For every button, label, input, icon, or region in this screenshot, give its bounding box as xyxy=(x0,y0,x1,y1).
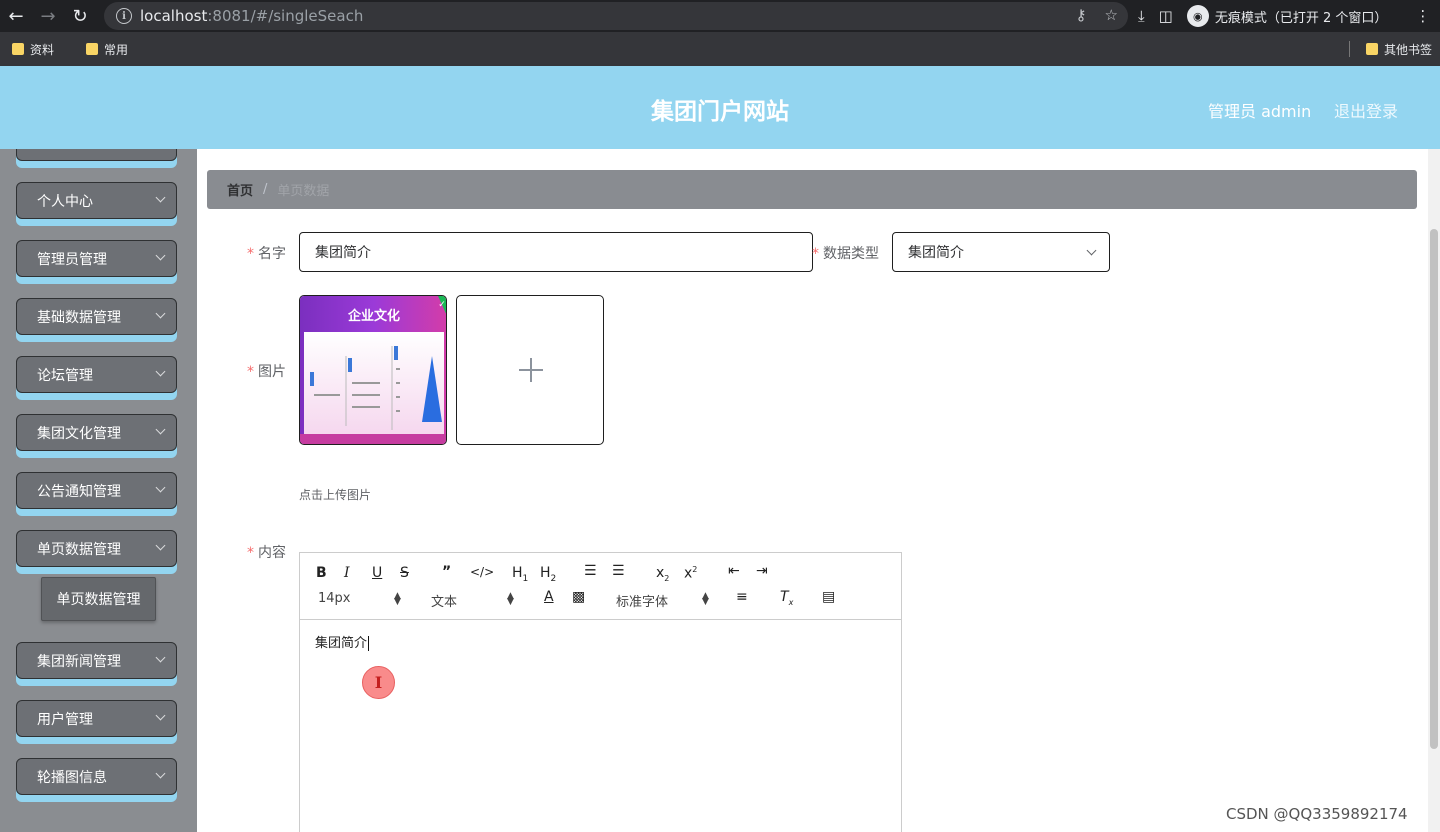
subscript-button[interactable]: x2 xyxy=(656,565,669,583)
strike-button[interactable]: S xyxy=(400,565,409,581)
bookmark-folder[interactable]: 资料 xyxy=(12,41,54,58)
type-label: * 数据类型 xyxy=(812,246,879,262)
admin-label: 管理员 admin xyxy=(1208,102,1312,121)
background-color-icon[interactable]: ▩ xyxy=(572,589,585,605)
folder-icon xyxy=(86,43,99,55)
incognito-indicator[interactable]: ◉ 无痕模式（已打开 2 个窗口） xyxy=(1186,5,1388,27)
sidebar-item-single-page[interactable]: 单页数据管理 xyxy=(16,530,177,574)
h1-button[interactable]: H1 xyxy=(512,565,528,584)
header-select[interactable]: 文本 xyxy=(431,591,457,610)
menu-kebab-icon[interactable]: ⋮ xyxy=(1415,7,1430,25)
italic-button[interactable]: I xyxy=(344,565,350,581)
sidebar-item-admin[interactable]: 管理员管理 xyxy=(16,240,177,284)
uploaded-image-thumbnail[interactable]: ✓ 企业文化 xyxy=(299,295,447,445)
image-icon[interactable]: ▤ xyxy=(822,589,835,605)
breadcrumb-separator: / xyxy=(263,182,268,197)
text-color-icon[interactable]: A xyxy=(544,589,554,605)
chevron-down-icon xyxy=(155,308,166,319)
chevron-down-icon xyxy=(155,540,166,551)
indent-icon[interactable]: ⇥ xyxy=(756,563,768,579)
back-icon[interactable]: ← xyxy=(0,0,32,32)
sidebar-item-notice[interactable]: 公告通知管理 xyxy=(16,472,177,516)
app-header: 集团门户网站 管理员 admin 退出登录 xyxy=(0,66,1440,149)
font-family-select[interactable]: 标准字体 xyxy=(616,591,668,610)
type-select[interactable]: 集团简介 xyxy=(892,232,1110,272)
image-caption: 企业文化 xyxy=(347,308,400,324)
ordered-list-icon[interactable]: ☰ xyxy=(584,563,597,579)
chevron-down-icon xyxy=(1086,245,1097,256)
incognito-label: 无痕模式（已打开 2 个窗口） xyxy=(1214,10,1388,26)
clear-format-icon[interactable]: Tx xyxy=(780,589,793,607)
sidebar-item-basic-data[interactable]: 基础数据管理 xyxy=(16,298,177,342)
chevron-down-icon xyxy=(155,424,166,435)
sidebar-item-home[interactable] xyxy=(16,149,177,168)
editor-toolbar: B I U S ” </> H1 H2 ☰ ☰ x2 x2 ⇤ ⇥ 14px ▲… xyxy=(300,553,901,620)
bookmarks-bar: 资料 常用 其他书签 xyxy=(0,32,1440,66)
bullet-list-icon[interactable]: ☰ xyxy=(612,563,625,579)
chevron-down-icon xyxy=(155,366,166,377)
underline-button[interactable]: U xyxy=(372,565,382,581)
content-label: * 内容 xyxy=(247,545,286,561)
breadcrumb: 首页 / 单页数据 xyxy=(207,170,1417,209)
editor-content[interactable]: 集团简介 xyxy=(300,620,901,663)
sidebar-item-personal-center[interactable]: 个人中心 xyxy=(16,182,177,226)
upload-button[interactable] xyxy=(456,295,604,445)
text-caret xyxy=(368,636,370,651)
watermark: CSDN @QQ3359892174 xyxy=(1226,805,1408,823)
font-size-select[interactable]: 14px xyxy=(318,591,351,606)
incognito-icon: ◉ xyxy=(1186,5,1209,27)
breadcrumb-home[interactable]: 首页 xyxy=(227,180,253,199)
sidebar-item-carousel[interactable]: 轮播图信息 xyxy=(16,758,177,802)
chevron-down-icon xyxy=(155,250,166,261)
bold-button[interactable]: B xyxy=(316,565,327,581)
folder-icon xyxy=(1365,43,1378,55)
code-block-button[interactable]: </> xyxy=(470,565,494,579)
folder-icon xyxy=(12,43,24,55)
download-icon[interactable]: ⤓ xyxy=(1138,7,1145,25)
upload-tip: 点击上传图片 xyxy=(299,488,372,502)
key-icon[interactable]: ⚷ xyxy=(1076,6,1087,24)
other-bookmarks[interactable]: 其他书签 xyxy=(1348,32,1432,66)
url-path: :8081/#/singleSeach xyxy=(207,7,364,25)
sidebar-item-news[interactable]: 集团新闻管理 xyxy=(16,642,177,686)
sidepanel-icon[interactable]: ◫ xyxy=(1159,7,1173,25)
select-arrows-icon: ▲ ▼ xyxy=(702,591,709,607)
text-cursor-icon: I xyxy=(362,666,395,699)
sidebar-item-users[interactable]: 用户管理 xyxy=(16,700,177,744)
align-icon[interactable]: ≡ xyxy=(736,589,748,605)
chevron-down-icon xyxy=(155,652,166,663)
reload-icon[interactable]: ↻ xyxy=(64,0,96,32)
blockquote-button[interactable]: ” xyxy=(442,564,451,580)
chevron-down-icon xyxy=(155,192,166,203)
sidebar-item-culture[interactable]: 集团文化管理 xyxy=(16,414,177,458)
svg-text:✓: ✓ xyxy=(438,300,446,310)
select-arrows-icon: ▲ ▼ xyxy=(394,591,401,607)
sidebar-item-forum[interactable]: 论坛管理 xyxy=(16,356,177,400)
scrollbar-thumb[interactable] xyxy=(1430,229,1438,749)
divider xyxy=(1348,41,1350,57)
site-info-icon[interactable]: i xyxy=(116,8,132,24)
scrollbar[interactable] xyxy=(1428,149,1440,832)
select-arrows-icon: ▲ ▼ xyxy=(507,591,514,607)
outdent-icon[interactable]: ⇤ xyxy=(728,563,740,579)
name-input[interactable]: 集团简介 xyxy=(299,232,813,272)
image-label: * 图片 xyxy=(247,364,286,380)
breadcrumb-current: 单页数据 xyxy=(277,184,330,199)
name-label: * 名字 xyxy=(247,246,286,262)
bookmark-folder[interactable]: 常用 xyxy=(86,41,128,58)
superscript-button[interactable]: x2 xyxy=(684,565,697,582)
forward-icon[interactable]: → xyxy=(32,0,64,32)
url-host: localhost xyxy=(140,7,208,25)
browser-toolbar: ← → ↻ i localhost:8081/#/singleSeach ⚷ ☆… xyxy=(0,0,1440,32)
star-icon[interactable]: ☆ xyxy=(1105,6,1118,24)
sidebar: 个人中心 管理员管理 基础数据管理 论坛管理 集团文化管理 公告通知管理 单页数… xyxy=(0,149,197,832)
chevron-down-icon xyxy=(155,768,166,779)
h2-button[interactable]: H2 xyxy=(540,565,556,584)
address-bar[interactable]: i localhost:8081/#/singleSeach ⚷ ☆ xyxy=(104,2,1128,30)
main-content: 首页 / 单页数据 * 名字 集团简介 * 数据类型 集团简介 * 图片 ✓ 企… xyxy=(197,149,1428,832)
chevron-down-icon xyxy=(155,710,166,721)
chevron-down-icon xyxy=(155,482,166,493)
logout-link[interactable]: 退出登录 xyxy=(1334,98,1398,122)
submenu-single-page[interactable]: 单页数据管理 xyxy=(41,577,156,621)
